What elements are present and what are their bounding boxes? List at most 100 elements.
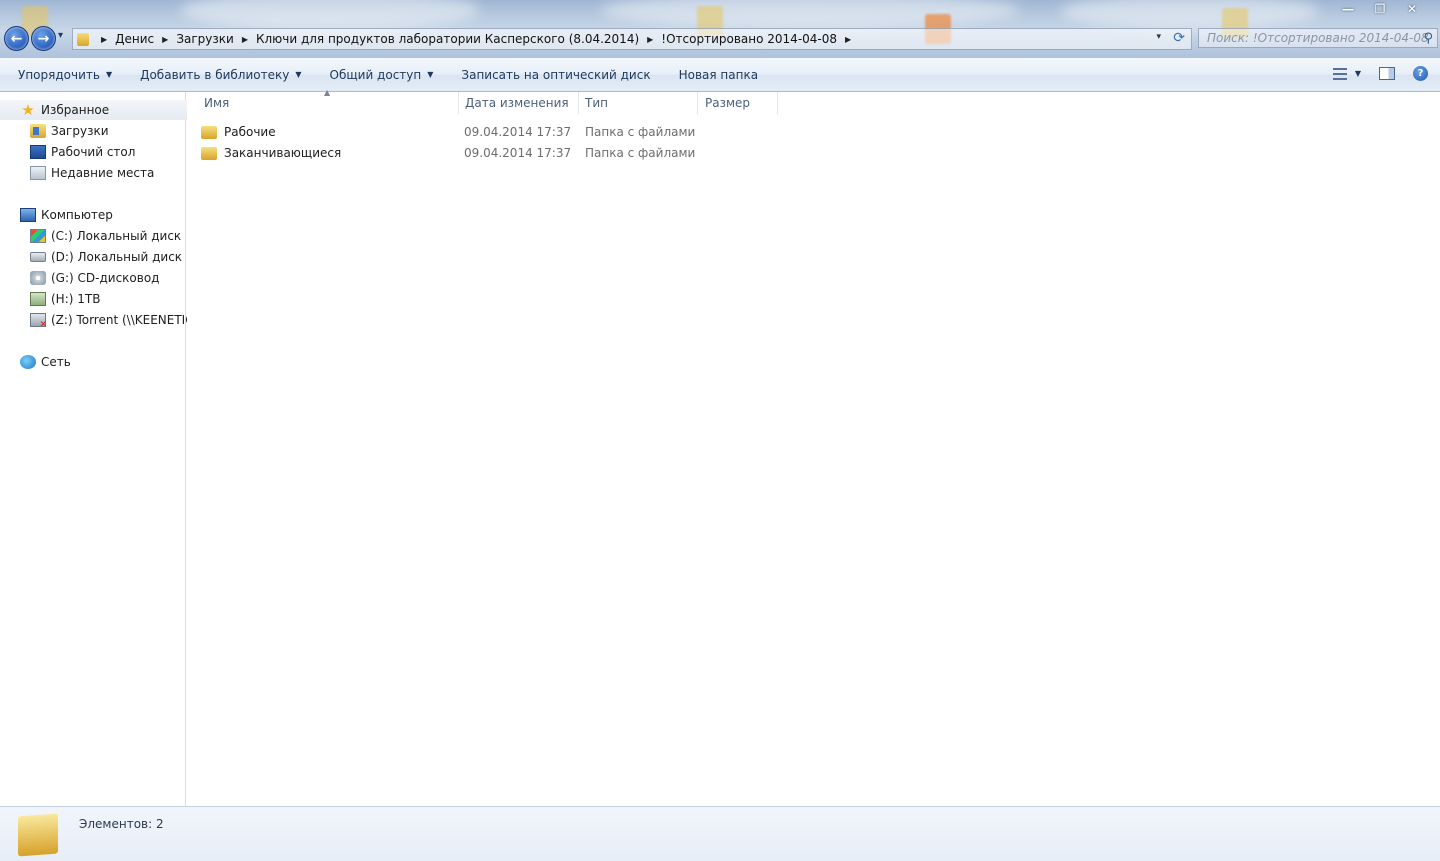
folder-icon: [18, 813, 58, 857]
file-name: Заканчивающиеся: [224, 146, 342, 160]
nav-favorites-label: Избранное: [41, 103, 110, 117]
column-header-date[interactable]: Дата изменения: [448, 92, 579, 114]
column-name-label: Имя: [204, 96, 230, 110]
nav-item-label: (H:) 1TB: [51, 292, 101, 306]
nav-computer[interactable]: Компьютер: [0, 205, 205, 225]
views-icon: [1332, 67, 1347, 80]
nav-item-label: (C:) Локальный диск: [51, 229, 182, 243]
breadcrumb-sorted[interactable]: !Отсортировано 2014-04-08: [661, 32, 837, 46]
forward-button[interactable]: →: [31, 26, 56, 51]
nav-downloads[interactable]: Загрузки: [0, 121, 215, 141]
maximize-button[interactable]: ❐: [1364, 0, 1396, 18]
address-bar[interactable]: ▶ Денис ▶ Загрузки ▶ Ключи для продуктов…: [72, 28, 1192, 50]
desktop-icon: [30, 145, 46, 159]
network-icon: [20, 355, 36, 369]
sky-background: [600, 0, 1020, 28]
refresh-icon[interactable]: ⟳: [1173, 30, 1185, 46]
folder-icon: [201, 146, 217, 160]
star-icon: ★: [21, 101, 35, 119]
share-menu[interactable]: Общий доступ ▼: [320, 68, 444, 82]
address-dropdown-icon[interactable]: ▾: [1156, 32, 1161, 42]
nav-item-label: Недавние места: [51, 166, 155, 180]
nav-item-label: (G:) CD-дисковод: [51, 271, 160, 285]
new-folder-button[interactable]: Новая папка: [669, 68, 768, 82]
search-icon[interactable]: ⚲: [1423, 31, 1433, 46]
sky-background: [1060, 0, 1320, 28]
file-name: Рабочие: [224, 125, 276, 139]
add-to-library-menu[interactable]: Добавить в библиотеку ▼: [130, 68, 311, 82]
breadcrumb-user[interactable]: Денис: [115, 32, 154, 46]
column-separator[interactable]: [777, 92, 778, 114]
title-bar: — ❐ ✕ ← → ▾ ▶ Денис ▶ Загрузки ▶ Ключи д…: [0, 0, 1440, 58]
navigation-pane: ★ Избранное Загрузки Рабочий стол Недавн…: [0, 92, 205, 806]
recent-pages-dropdown[interactable]: ▾: [58, 30, 63, 41]
burn-button[interactable]: Записать на оптический диск: [451, 68, 660, 82]
file-type: Папка с файлами: [585, 146, 696, 160]
external-drive-icon: [30, 292, 46, 306]
burn-label: Записать на оптический диск: [461, 67, 651, 82]
nav-favorites[interactable]: ★ Избранное: [0, 100, 205, 120]
window-controls: — ❐ ✕: [1332, 0, 1428, 18]
organize-label: Упорядочить: [18, 67, 100, 82]
disconnected-network-drive-icon: [30, 313, 47, 330]
column-type-label: Тип: [585, 96, 608, 110]
breadcrumb-kaspersky-keys[interactable]: Ключи для продуктов лаборатории Касперск…: [256, 32, 639, 46]
nav-drive-g[interactable]: (G:) CD-дисковод: [0, 268, 215, 288]
nav-recent-places[interactable]: Недавние места: [0, 163, 215, 183]
chevron-right-icon[interactable]: ▶: [242, 35, 248, 44]
downloads-folder-icon: [30, 124, 46, 138]
sort-ascending-icon: ▲: [324, 88, 331, 97]
file-type: Папка с файлами: [585, 125, 696, 139]
hard-drive-icon: [30, 252, 46, 262]
back-button[interactable]: ←: [4, 26, 29, 51]
nav-desktop[interactable]: Рабочий стол: [0, 142, 215, 162]
command-bar: Упорядочить ▼ Добавить в библиотеку ▼ Об…: [0, 58, 1440, 92]
nav-drive-z[interactable]: (Z:) Torrent (\\KEENETIC): [0, 310, 215, 330]
file-row[interactable]: Рабочие 09.04.2014 17:37 Папка с файлами: [201, 122, 731, 142]
nav-computer-label: Компьютер: [41, 208, 113, 222]
cd-drive-icon: [30, 271, 46, 285]
file-date: 09.04.2014 17:37: [464, 125, 572, 139]
preview-pane-icon[interactable]: [1379, 67, 1395, 80]
chevron-right-icon[interactable]: ▶: [647, 35, 653, 44]
details-pane: Элементов: 2: [0, 806, 1440, 861]
file-list: Имя ▲ Дата изменения Тип Размер Рабочие …: [187, 88, 1440, 806]
chevron-down-icon: ▼: [427, 70, 434, 79]
column-size-label: Размер: [705, 96, 751, 110]
chevron-right-icon[interactable]: ▶: [162, 35, 168, 44]
column-header-size[interactable]: Размер: [688, 92, 778, 114]
minimize-button[interactable]: —: [1332, 0, 1364, 18]
chevron-right-icon[interactable]: ▶: [845, 35, 851, 44]
nav-item-label: (Z:) Torrent (\\KEENETIC): [51, 313, 199, 327]
search-input[interactable]: Поиск: !Отсортировано 2014-04-08 ⚲: [1198, 28, 1438, 48]
change-view-button[interactable]: ▼: [1332, 67, 1361, 80]
new-folder-label: Новая папка: [678, 67, 759, 82]
chevron-down-icon: ▼: [295, 70, 302, 79]
nav-drive-h[interactable]: (H:) 1TB: [0, 289, 215, 309]
column-header-name[interactable]: Имя ▲: [187, 88, 459, 114]
nav-network[interactable]: Сеть: [0, 352, 205, 372]
view-controls: ▼ ?: [1332, 66, 1428, 81]
system-drive-icon: [30, 229, 46, 243]
nav-drive-c[interactable]: (C:) Локальный диск: [0, 226, 215, 246]
file-row[interactable]: Заканчивающиеся 09.04.2014 17:37 Папка с…: [201, 143, 731, 163]
recent-places-icon: [30, 166, 46, 180]
organize-menu[interactable]: Упорядочить ▼: [8, 68, 122, 82]
nav-item-label: Рабочий стол: [51, 145, 136, 159]
nav-drive-d[interactable]: (D:) Локальный диск: [0, 247, 215, 267]
chevron-down-icon: ▼: [105, 70, 113, 79]
chevron-right-icon[interactable]: ▶: [101, 35, 107, 44]
column-header-type[interactable]: Тип: [568, 92, 698, 114]
chevron-down-icon: ▼: [1354, 69, 1361, 78]
sky-background: [180, 0, 480, 30]
folder-icon: [201, 125, 217, 139]
share-label: Общий доступ: [329, 67, 422, 82]
nav-item-label: (D:) Локальный диск: [51, 250, 183, 264]
search-placeholder: Поиск: !Отсортировано 2014-04-08: [1207, 31, 1429, 45]
close-button[interactable]: ✕: [1396, 0, 1428, 18]
folder-icon: [77, 32, 89, 46]
breadcrumb-downloads[interactable]: Загрузки: [176, 32, 234, 46]
help-icon[interactable]: ?: [1413, 66, 1428, 81]
add-to-library-label: Добавить в библиотеку: [140, 67, 290, 82]
file-date: 09.04.2014 17:37: [464, 146, 572, 160]
